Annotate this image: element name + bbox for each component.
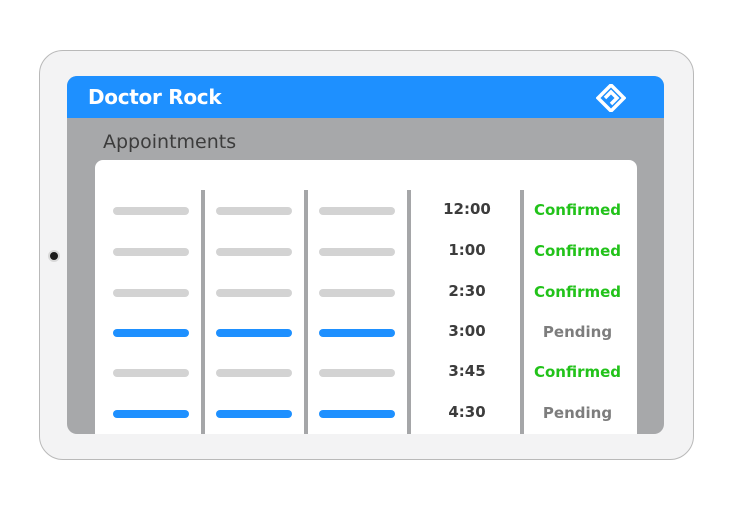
placeholder-bar-col-3 <box>319 369 395 377</box>
status-badge: Pending <box>542 404 613 422</box>
column-divider <box>407 190 411 434</box>
placeholder-bar-col-2 <box>216 329 292 337</box>
diamond-logo-icon[interactable] <box>596 84 626 112</box>
table-row[interactable]: 1:00 Confirmed <box>95 241 637 265</box>
appointment-time: 4:30 <box>448 403 486 421</box>
placeholder-bar-col-3 <box>319 289 395 297</box>
placeholder-bar-col-1 <box>113 207 189 215</box>
appointment-time: 3:45 <box>448 362 486 380</box>
appointment-time: 1:00 <box>448 241 486 259</box>
placeholder-bar-col-1 <box>113 369 189 377</box>
status-badge: Confirmed <box>533 283 622 301</box>
column-divider <box>520 190 524 434</box>
placeholder-bar-col-2 <box>216 410 292 418</box>
status-badge: Confirmed <box>533 363 622 381</box>
placeholder-bar-col-2 <box>216 248 292 256</box>
table-row[interactable]: 3:45 Confirmed <box>95 362 637 386</box>
table-row[interactable]: 2:30 Confirmed <box>95 282 637 306</box>
appointment-time: 12:00 <box>443 200 491 218</box>
appointment-time: 2:30 <box>448 282 486 300</box>
column-divider <box>304 190 308 434</box>
placeholder-bar-col-3 <box>319 410 395 418</box>
status-badge: Confirmed <box>533 201 622 219</box>
placeholder-bar-col-1 <box>113 289 189 297</box>
placeholder-bar-col-2 <box>216 207 292 215</box>
status-badge: Confirmed <box>533 242 622 260</box>
placeholder-bar-col-3 <box>319 207 395 215</box>
placeholder-bar-col-1 <box>113 248 189 256</box>
table-row[interactable]: 4:30 Pending <box>95 403 637 427</box>
placeholder-bar-col-1 <box>113 329 189 337</box>
app-title: Doctor Rock <box>88 85 222 109</box>
camera-dot-icon <box>48 250 60 262</box>
status-badge: Pending <box>542 323 613 341</box>
placeholder-bar-col-2 <box>216 289 292 297</box>
placeholder-bar-col-2 <box>216 369 292 377</box>
table-row[interactable]: 3:00 Pending <box>95 322 637 346</box>
placeholder-bar-col-1 <box>113 410 189 418</box>
app-screen: Doctor Rock Appointments 12:00 Confirmed 1… <box>67 76 664 434</box>
table-row[interactable]: 12:00 Confirmed <box>95 200 637 224</box>
app-header: Doctor Rock <box>67 76 664 118</box>
placeholder-bar-col-3 <box>319 248 395 256</box>
placeholder-bar-col-3 <box>319 329 395 337</box>
appointments-card: 12:00 Confirmed 1:00 Confirmed 2:30 Confirmed… <box>95 160 637 434</box>
appointment-time: 3:00 <box>448 322 486 340</box>
section-title: Appointments <box>103 131 237 153</box>
column-divider <box>201 190 205 434</box>
